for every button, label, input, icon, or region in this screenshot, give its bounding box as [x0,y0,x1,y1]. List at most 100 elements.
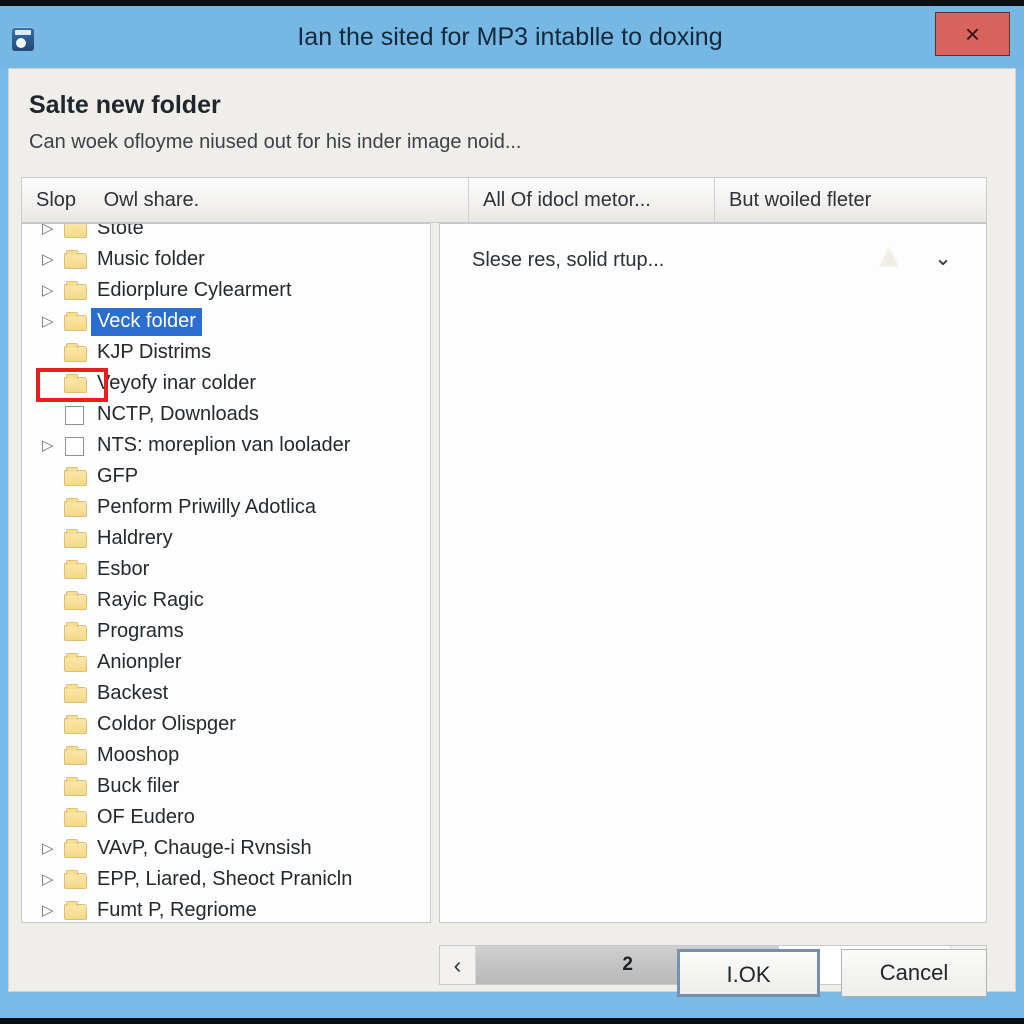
tree-row[interactable]: ▷ GFP [22,461,430,492]
expand-arrow-icon[interactable]: ▷ [42,841,64,856]
details-row[interactable]: Slese res, solid rtup... ⌄ [440,238,986,282]
title-bar: Ian the sited for MP3 intablle to doxing… [0,6,1024,68]
expand-arrow-icon[interactable]: ▷ [42,224,64,236]
ok-button[interactable]: I.OK [677,949,820,997]
folder-icon [64,746,88,765]
tree-row[interactable]: ▷ KJP Distrims [22,337,430,368]
tree-row[interactable]: ▷ Music folder [22,244,430,275]
tree-row-label: Rayic Ragic [97,589,204,611]
tree-row-label: NTS: moreplion van loolader [97,434,351,456]
tree-row[interactable]: ▷ Programs [22,616,430,647]
tree-row[interactable]: ▷ Penform Priwilly Adotlica [22,492,430,523]
tree-row[interactable]: ▷ NCTP, Downloads [22,399,430,430]
checkbox-unchecked-icon[interactable] [64,436,88,456]
tree-row[interactable]: ▷ OF Eudero [22,802,430,833]
tree-indent-spacer: ▷ [42,469,64,484]
folder-icon [64,529,88,548]
tree-indent-spacer: ▷ [42,686,64,701]
folder-icon [64,281,88,300]
folder-icon [64,224,88,238]
tree-indent-spacer: ▷ [42,717,64,732]
tree-row[interactable]: ▷ Coldor Olispger [22,709,430,740]
checkbox-unchecked-icon[interactable] [64,405,88,425]
expand-arrow-icon[interactable]: ▷ [42,872,64,887]
tree-row-label: Veyofy inar colder [97,372,256,394]
folder-icon [64,901,88,920]
folder-icon [64,870,88,889]
tree-indent-spacer: ▷ [42,655,64,670]
tree-row-label: Ediorplure Cylearmert [97,279,292,301]
folder-icon [64,622,88,641]
tree-row-label: Veck folder [91,308,202,336]
tree-row[interactable]: ▷ Veyofy inar colder [22,368,430,399]
tree-row-label: Esbor [97,558,150,580]
tree-row[interactable]: ▷ Backest [22,678,430,709]
column-header-0[interactable]: Slop Owl share. [22,178,468,222]
tree-indent-spacer: ▷ [42,345,64,360]
tree-row[interactable]: ▷ Buck filer [22,771,430,802]
folder-tree-list: ▷ Stote ▷ Music folder ▷ Ediorplure Cylearmer… [22,223,430,922]
tree-row[interactable]: ▷ Esbor [22,554,430,585]
folder-icon [64,808,88,827]
tree-indent-spacer: ▷ [42,748,64,763]
tree-row-label: Haldrery [97,527,173,549]
folder-icon [64,839,88,858]
scroll-left-icon[interactable]: ‹ [440,946,476,984]
tree-row[interactable]: ▷ Haldrery [22,523,430,554]
tree-row-label: Stote [97,223,144,239]
folder-icon [64,777,88,796]
tree-row[interactable]: ▷ Fumt P, Regriome [22,895,430,922]
folder-icon [64,498,88,517]
tree-row[interactable]: ▷ EPP, Liared, Sheoct Pranicln [22,864,430,895]
tree-row[interactable]: ▷ VAvP, Chauge-i Rvnsish [22,833,430,864]
tree-indent-spacer: ▷ [42,810,64,825]
tree-row-label: KJP Distrims [97,341,212,363]
tree-indent-spacer: ▷ [42,500,64,515]
folder-icon [64,467,88,486]
details-panel[interactable]: Slese res, solid rtup... ⌄ [439,223,987,923]
column-header-0-label: Slop [36,189,77,211]
column-header-bar: Slop Owl share. All Of idocl metor... Bu… [21,177,987,223]
close-icon[interactable]: × [935,12,1010,56]
folder-icon [64,653,88,672]
tree-row-label: Programs [97,620,184,642]
column-header-1[interactable]: All Of idocl metor... [468,178,714,222]
tree-row-label: Mooshop [97,744,180,766]
tree-row[interactable]: ▷ Veck folder [22,306,430,337]
tree-indent-spacer: ▷ [42,376,64,391]
expand-arrow-icon[interactable]: ▷ [42,252,64,267]
tree-row[interactable]: ▷ Mooshop [22,740,430,771]
tree-row[interactable]: ▷ Anionpler [22,647,430,678]
page-title: Salte new folder [29,91,221,119]
dialog-body: Salte new folder Can woek ofloyme niused… [8,68,1016,997]
tree-indent-spacer: ▷ [42,593,64,608]
expand-arrow-icon[interactable]: ▷ [42,438,64,453]
folder-tree-panel[interactable]: ▷ Stote ▷ Music folder ▷ Ediorplure Cylearmer… [21,223,431,923]
tree-row-label: OF Eudero [97,806,195,828]
folder-icon [64,591,88,610]
tree-row[interactable]: ▷ Stote [22,223,430,244]
chevron-down-icon[interactable]: ⌄ [930,246,956,272]
dialog-window: Ian the sited for MP3 intablle to doxing… [0,6,1024,1018]
folder-icon [64,715,88,734]
folder-icon [64,343,88,362]
folder-icon [64,684,88,703]
tree-row-label: Buck filer [97,775,180,797]
tree-row[interactable]: ▷ Rayic Ragic [22,585,430,616]
tree-indent-spacer: ▷ [42,531,64,546]
tree-row[interactable]: ▷ Ediorplure Cylearmert [22,275,430,306]
expand-arrow-icon[interactable]: ▷ [42,283,64,298]
expand-arrow-icon[interactable]: ▷ [42,903,64,918]
tree-row-label: Fumt P, Regriome [97,899,257,921]
folder-icon [64,250,88,269]
folder-icon [64,374,88,393]
tree-row-label: Backest [97,682,169,704]
folder-icon [64,560,88,579]
cancel-button[interactable]: Cancel [841,949,987,997]
expand-arrow-icon[interactable]: ▷ [42,314,64,329]
folder-icon [64,312,88,331]
tree-row-label: Coldor Olispger [97,713,236,735]
tree-row[interactable]: ▷ NTS: moreplion van loolader [22,430,430,461]
column-header-2[interactable]: But woiled fleter [714,178,986,222]
tree-indent-spacer: ▷ [42,562,64,577]
